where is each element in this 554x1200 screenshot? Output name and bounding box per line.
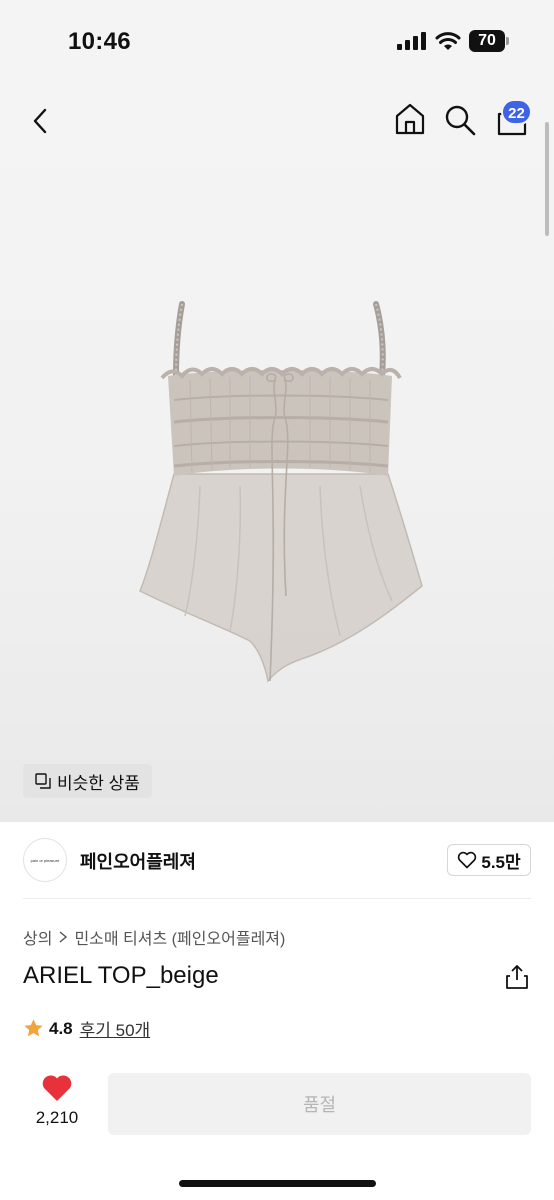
breadcrumb: 상의 민소매 티셔츠 (페인오어플레져) [23, 925, 285, 949]
search-icon[interactable] [444, 104, 476, 136]
battery-level: 70 [478, 32, 496, 49]
home-icon[interactable] [393, 102, 427, 136]
scroll-indicator [545, 122, 549, 236]
breadcrumb-category[interactable]: 상의 [23, 925, 52, 949]
reviews-link[interactable]: 후기 50개 [80, 1016, 151, 1041]
back-arrow-icon[interactable] [26, 104, 56, 138]
star-icon [24, 1019, 43, 1037]
status-time: 10:46 [68, 28, 131, 55]
sold-out-button[interactable]: 품절 [108, 1073, 531, 1135]
brand-like-button[interactable]: 5.5만 [447, 844, 531, 876]
cart-count-badge: 22 [501, 99, 532, 125]
heart-outline-icon [458, 851, 477, 869]
product-photo[interactable] [130, 296, 430, 684]
breadcrumb-subcategory[interactable]: 민소매 티셔츠 (페인오어플레져) [74, 925, 285, 949]
wishlist-count: 2,210 [35, 1108, 79, 1127]
wifi-icon [435, 32, 461, 50]
cellular-signal-icon [397, 32, 426, 50]
divider [23, 898, 531, 899]
similar-products-label: 비슷한 상품 [57, 773, 140, 793]
brand-like-count: 5.5만 [481, 852, 521, 872]
heart-filled-icon [42, 1075, 72, 1101]
rating-score: 4.8 [49, 1018, 73, 1038]
product-title: ARIEL TOP_beige [23, 962, 219, 989]
battery-icon: 70 [469, 30, 509, 52]
chevron-right-icon [60, 931, 68, 943]
share-icon[interactable] [505, 964, 529, 990]
brand-name[interactable]: 페인오어플레져 [80, 848, 196, 874]
brand-logo[interactable]: pain or pleasure [23, 838, 67, 882]
home-indicator [179, 1180, 376, 1187]
product-rating: 4.8 후기 50개 [23, 1016, 150, 1041]
copy-icon [35, 773, 51, 789]
wishlist-button[interactable]: 2,210 [27, 1074, 87, 1128]
similar-products-button[interactable]: 비슷한 상품 [23, 764, 152, 798]
